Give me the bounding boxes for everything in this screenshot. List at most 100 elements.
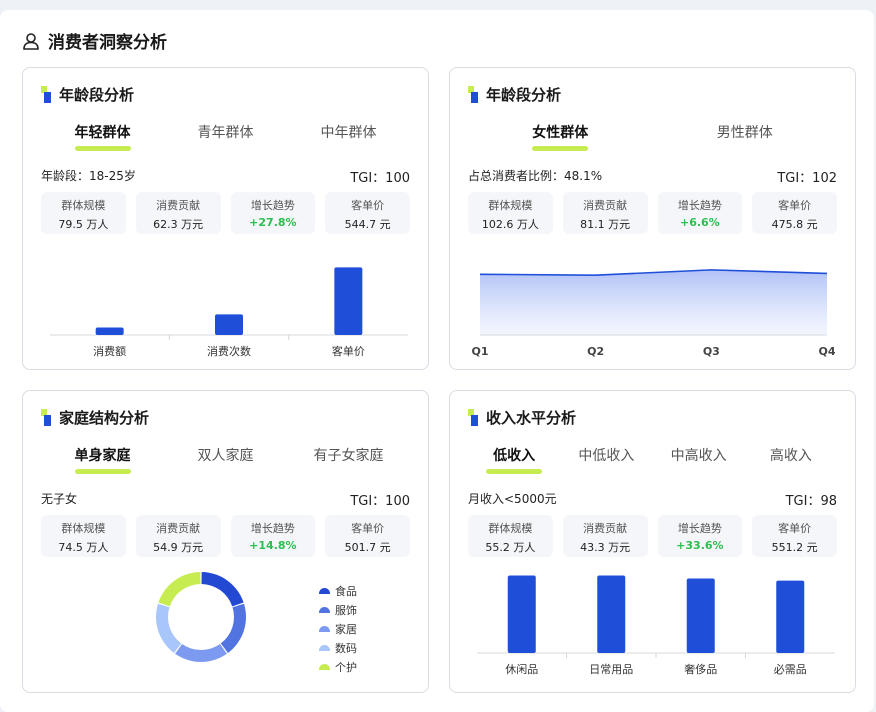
stat-scale: 群体规模 79.5 万人 (41, 192, 126, 234)
legend-item[interactable]: 家居 (319, 619, 357, 638)
stat-value: 62.3 万元 (153, 218, 204, 231)
legend-swatch (319, 663, 330, 670)
stat-scale: 群体规模 55.2 万人 (468, 515, 553, 557)
bar (95, 327, 124, 335)
gender-area-chart: Q1 Q2 Q3 Q4 (471, 269, 836, 358)
donut-slice (201, 572, 244, 607)
tab-low-income[interactable]: 低收入 (468, 445, 560, 475)
legend-label: 食品 (335, 584, 357, 598)
stat-value: 501.7 元 (344, 541, 391, 554)
bar (215, 314, 243, 335)
stat-contribution: 消费贡献 54.9 万元 (135, 515, 221, 557)
bar (776, 580, 805, 653)
bar (686, 578, 715, 653)
tab-couple[interactable]: 双人家庭 (164, 445, 287, 475)
legend-item[interactable]: 个护 (319, 657, 357, 676)
stat-value: 43.3 万元 (580, 541, 631, 554)
stat-avg-price: 客单价 475.8 元 (752, 192, 837, 234)
card-title-text: 年龄段分析 (59, 86, 135, 104)
card-title: 年龄段分析 (468, 84, 561, 105)
tab-young[interactable]: 年轻群体 (41, 122, 164, 152)
stat-label: 增长趋势 (677, 199, 722, 212)
card-family-analysis: 家庭结构分析 单身家庭 双人家庭 有子女家庭 无子女 TGI：100 群体规模 7… (22, 390, 429, 693)
tab-female[interactable]: 女性群体 (468, 122, 653, 152)
card-title: 年龄段分析 (41, 84, 134, 105)
donut-slice (158, 572, 201, 607)
section-marker-icon (468, 86, 478, 103)
legend-item[interactable]: 数码 (319, 638, 357, 657)
legend-swatch (319, 644, 330, 651)
user-icon (23, 32, 39, 50)
card-age-analysis: 年龄段分析 年轻群体 青年群体 中年群体 年龄段：18-25岁 TGI：100 … (22, 67, 429, 370)
donut-slice (220, 603, 246, 654)
meta-row: 占总消费者比例：48.1% TGI：102 (468, 167, 837, 186)
card-income-analysis: 收入水平分析 低收入 中低收入 中高收入 高收入 月收入<5000元 TGI：9… (449, 390, 856, 693)
stats-row: 群体规模 55.2 万人 消费贡献 43.3 万元 增长趋势 +33.6% 客单价 55… (468, 515, 837, 557)
segment-description: 月收入<5000元 (468, 492, 557, 506)
card-title: 家庭结构分析 (41, 407, 149, 428)
tab-single[interactable]: 单身家庭 (41, 445, 164, 475)
stat-trend: 增长趋势 +6.6% (657, 192, 743, 234)
stat-label: 消费贡献 (583, 522, 628, 535)
card-gender-analysis: 年龄段分析 女性群体 男性群体 占总消费者比例：48.1% TGI：102 群体… (449, 67, 856, 370)
page-title: 消费者洞察分析 (48, 33, 167, 53)
tab-middle-age[interactable]: 中年群体 (287, 122, 410, 152)
tgi-value: TGI：100 (350, 494, 410, 509)
stat-label: 消费贡献 (156, 522, 201, 535)
stat-scale: 群体规模 102.6 万人 (468, 192, 553, 234)
chart-legend: 食品服饰家居数码个护 (319, 581, 357, 676)
meta-row: 无子女 TGI：100 (41, 490, 410, 509)
stat-avg-price: 客单价 544.7 元 (325, 192, 410, 234)
x-tick-label: 消费额 (93, 344, 126, 358)
tab-bar: 女性群体 男性群体 (468, 122, 837, 152)
tab-youth[interactable]: 青年群体 (164, 122, 287, 152)
stat-value: +27.8% (249, 216, 297, 229)
tab-with-children[interactable]: 有子女家庭 (287, 445, 410, 475)
x-tick-label: Q3 (703, 345, 720, 358)
x-tick-label: Q1 (471, 345, 488, 358)
legend-swatch (319, 587, 330, 594)
section-marker-icon (468, 409, 478, 426)
stat-label: 群体规模 (488, 522, 533, 535)
x-tick-label: 日常用品 (589, 663, 633, 676)
stat-label: 增长趋势 (250, 199, 295, 212)
segment-description: 占总消费者比例：48.1% (468, 169, 603, 183)
tab-high-income[interactable]: 高收入 (745, 445, 837, 475)
stat-value: 74.5 万人 (58, 541, 109, 554)
tab-lower-middle-income[interactable]: 中低收入 (560, 445, 652, 475)
stat-label: 群体规模 (61, 522, 106, 535)
stats-row: 群体规模 79.5 万人 消费贡献 62.3 万元 增长趋势 +27.8% 客单价 54… (41, 192, 410, 234)
stat-value: 102.6 万人 (481, 218, 539, 231)
tab-male[interactable]: 男性群体 (653, 122, 838, 152)
stat-scale: 群体规模 74.5 万人 (41, 515, 126, 557)
tab-upper-middle-income[interactable]: 中高收入 (653, 445, 745, 475)
donut-slice (175, 643, 227, 662)
bar (597, 575, 626, 653)
stat-trend: 增长趋势 +27.8% (230, 192, 316, 234)
legend-item[interactable]: 食品 (319, 581, 357, 600)
page-header: 消费者洞察分析 (22, 28, 167, 53)
x-tick-label: 休闲品 (505, 662, 538, 676)
legend-item[interactable]: 服饰 (319, 600, 357, 619)
stat-value: 79.5 万人 (58, 218, 109, 231)
main-panel: 消费者洞察分析 年龄段分析 年轻群体 青年群体 中年群体 年龄段：18-25岁 … (0, 10, 874, 712)
legend-label: 家居 (335, 622, 357, 636)
stat-contribution: 消费贡献 81.1 万元 (562, 192, 648, 234)
stat-label: 客单价 (778, 199, 812, 212)
stat-value: 551.2 元 (771, 541, 818, 554)
stat-value: 81.1 万元 (580, 218, 631, 231)
legend-label: 数码 (335, 641, 357, 655)
stat-avg-price: 客单价 501.7 元 (325, 515, 410, 557)
stat-contribution: 消费贡献 43.3 万元 (562, 515, 648, 557)
card-title-text: 收入水平分析 (486, 409, 577, 427)
stat-trend: 增长趋势 +33.6% (657, 515, 743, 557)
stats-row: 群体规模 102.6 万人 消费贡献 81.1 万元 增长趋势 +6.6% 客单价 47… (468, 192, 837, 234)
stats-row: 群体规模 74.5 万人 消费贡献 54.9 万元 增长趋势 +14.8% 客单价 50… (41, 515, 410, 557)
x-tick-label: 奢侈品 (684, 662, 717, 676)
meta-row: 年龄段：18-25岁 TGI：100 (41, 167, 410, 186)
stat-avg-price: 客单价 551.2 元 (752, 515, 837, 557)
tgi-value: TGI：102 (777, 171, 837, 186)
stat-trend: 增长趋势 +14.8% (230, 515, 316, 557)
tgi-value: TGI：100 (350, 171, 410, 186)
x-tick-label: 客单价 (332, 344, 365, 358)
